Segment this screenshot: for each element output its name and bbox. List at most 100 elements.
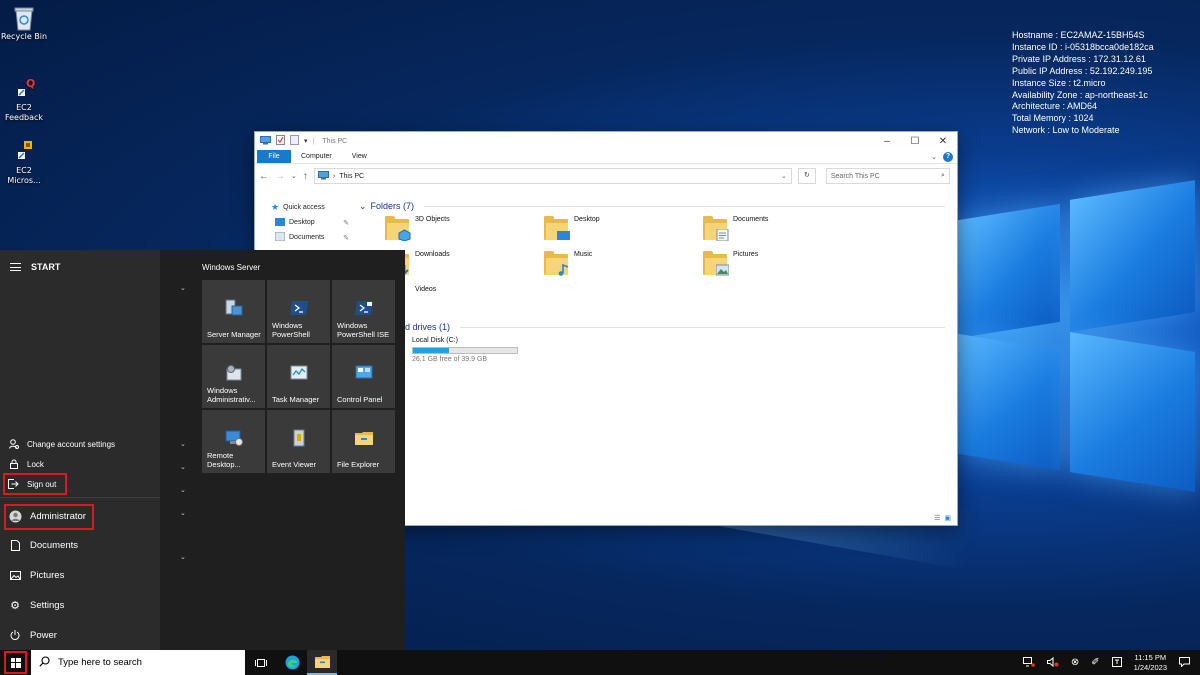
nav-quick-access[interactable]: ★ Quick access <box>255 200 355 215</box>
desktop-icon-recycle-bin[interactable]: Recycle Bin <box>0 5 48 42</box>
hamburger-menu-icon[interactable] <box>10 263 21 271</box>
change-account-settings-item[interactable]: Change account settings <box>0 437 160 451</box>
folders-section-header[interactable]: ⌄ Folders (7) <box>359 198 955 214</box>
edge-icon <box>285 655 299 670</box>
folder-desktop[interactable]: Desktop <box>544 216 600 240</box>
tile-task-manager[interactable]: Task Manager <box>267 345 330 408</box>
folder-music[interactable]: Music <box>544 251 592 276</box>
start-header[interactable]: START <box>10 262 60 272</box>
tab-computer[interactable]: Computer <box>291 150 344 163</box>
taskbar-edge[interactable] <box>277 650 307 675</box>
title-bar[interactable]: ▾ | This PC – ☐ ✕ <box>255 132 957 150</box>
properties-icon[interactable] <box>276 135 285 147</box>
expand-group-chevron-icon[interactable]: ⌄ <box>180 486 186 494</box>
documents-folder-icon <box>274 231 286 243</box>
up-arrow-icon[interactable]: ↑ <box>303 171 308 182</box>
collapse-chevron-icon[interactable]: ⌄ <box>359 201 367 212</box>
tile-remote-desktop[interactable]: Remote Desktop... <box>202 410 265 473</box>
recent-locations-icon[interactable]: ⌄ <box>291 172 297 180</box>
forward-arrow-icon[interactable]: → <box>275 171 285 182</box>
network-icon[interactable] <box>1022 656 1035 669</box>
pen-workspace-icon[interactable]: ✐ <box>1091 657 1099 668</box>
expand-group-chevron-icon[interactable]: ⌄ <box>180 463 186 471</box>
refresh-button[interactable]: ↻ <box>797 168 816 184</box>
folder-label: Desktop <box>574 216 600 223</box>
powershell-ise-icon <box>354 298 374 318</box>
server-manager-icon <box>224 298 244 318</box>
search-input[interactable]: Search This PC ⌕ <box>825 168 950 184</box>
rail-settings[interactable]: ⚙ Settings <box>0 598 160 612</box>
desktop-icon-ec2-microsoft[interactable]: EC2 Micros... <box>0 139 48 186</box>
notifications-icon[interactable] <box>1179 656 1190 669</box>
nav-desktop[interactable]: Desktop ✎ <box>255 215 355 230</box>
new-folder-icon[interactable] <box>290 135 299 147</box>
details-view-icon[interactable]: ☰ <box>934 514 940 522</box>
tile-admin-tools[interactable]: Windows Administrativ... <box>202 345 265 408</box>
expand-group-chevron-icon[interactable]: ⌄ <box>180 509 186 517</box>
folder-label: 3D Objects <box>415 216 450 223</box>
file-explorer-icon <box>354 428 374 448</box>
tile-windows-powershell-ise[interactable]: Windows PowerShell ISE <box>332 280 395 343</box>
desktop-icon-label: EC2 Micros... <box>7 166 41 185</box>
rail-documents[interactable]: Documents <box>0 538 160 552</box>
ec2-shortcut-icon <box>12 139 36 163</box>
clock[interactable]: 11:15 PM 1/24/2023 <box>1134 653 1167 673</box>
nav-label: Desktop <box>289 219 315 226</box>
feedback-icon: Q <box>12 76 36 100</box>
large-icons-view-icon[interactable]: ▣ <box>944 514 951 522</box>
task-view-button[interactable] <box>246 650 276 675</box>
search-icon <box>39 655 50 670</box>
expand-group-chevron-icon[interactable]: ⌄ <box>180 440 186 448</box>
wallpaper-logo-pane <box>958 203 1060 339</box>
folder-label: Documents <box>733 216 769 223</box>
start-button[interactable] <box>4 651 27 674</box>
input-indicator-icon[interactable] <box>1111 656 1122 669</box>
tile-server-manager[interactable]: Server Manager <box>202 280 265 343</box>
taskbar-file-explorer[interactable] <box>307 650 337 675</box>
back-arrow-icon[interactable]: ← <box>259 171 269 182</box>
drive-local-disk-c[interactable]: Local Disk (C:) 26.1 GB free of 39.9 GB <box>412 337 518 363</box>
help-icon[interactable]: ? <box>943 151 953 162</box>
start-menu[interactable]: START Change account settings Lock Sign … <box>0 250 405 650</box>
rail-label: Pictures <box>30 569 65 581</box>
expand-group-chevron-icon[interactable]: ⌄ <box>180 284 186 292</box>
info-line: Hostname : EC2AMAZ-15BH54S <box>1012 30 1145 40</box>
tile-control-panel[interactable]: Control Panel <box>332 345 395 408</box>
folder-pictures[interactable]: Pictures <box>703 251 758 276</box>
desktop-icon-ec2-feedback[interactable]: Q EC2 Feedback <box>0 76 48 123</box>
drives-section-header[interactable]: and drives (1) <box>395 319 955 335</box>
maximize-button[interactable]: ☐ <box>901 136 929 147</box>
breadcrumb-this-pc[interactable]: This PC <box>339 173 364 180</box>
minimize-button[interactable]: – <box>873 136 901 147</box>
folder-documents[interactable]: Documents <box>703 216 769 241</box>
navigation-bar: ← → ⌄ ↑ › This PC ⌄ ↻ Search This PC ⌕ <box>255 164 957 188</box>
lock-item[interactable]: Lock <box>0 457 160 471</box>
tile-label: Windows Administrativ... <box>207 386 256 404</box>
customize-qat-icon[interactable]: ▾ <box>304 137 308 145</box>
taskbar-search-box[interactable]: Type here to search <box>31 650 245 675</box>
rail-pictures[interactable]: Pictures <box>0 568 160 582</box>
search-placeholder: Search This PC <box>830 172 880 180</box>
expand-ribbon-icon[interactable]: ⌄ <box>931 153 937 161</box>
pin-icon[interactable]: ✎ <box>343 219 349 227</box>
tab-view[interactable]: View <box>344 150 377 163</box>
rail-power[interactable]: Power <box>0 628 160 642</box>
tile-event-viewer[interactable]: Event Viewer <box>267 410 330 473</box>
volume-muted-icon[interactable] <box>1046 656 1059 669</box>
tile-file-explorer[interactable]: File Explorer <box>332 410 395 473</box>
breadcrumb-chevron-icon[interactable]: › <box>333 173 335 180</box>
tile-label: Server Manager <box>207 330 261 339</box>
rail-label: Power <box>30 629 57 641</box>
folder-3d-objects[interactable]: 3D Objects <box>385 216 450 241</box>
close-button[interactable]: ✕ <box>929 136 957 147</box>
tab-file[interactable]: File <box>257 150 291 163</box>
address-dropdown-icon[interactable]: ⌄ <box>777 172 791 180</box>
tile-windows-powershell[interactable]: Windows PowerShell <box>267 280 330 343</box>
circle-x-icon[interactable]: ⊗ <box>1071 657 1079 668</box>
nav-documents[interactable]: Documents ✎ <box>255 230 355 245</box>
wallpaper-logo-pane <box>1070 332 1195 492</box>
pin-icon[interactable]: ✎ <box>343 234 349 242</box>
expand-group-chevron-icon[interactable]: ⌄ <box>180 553 186 561</box>
address-bar[interactable]: › This PC ⌄ <box>313 168 792 184</box>
documents-folder-icon <box>703 216 729 241</box>
